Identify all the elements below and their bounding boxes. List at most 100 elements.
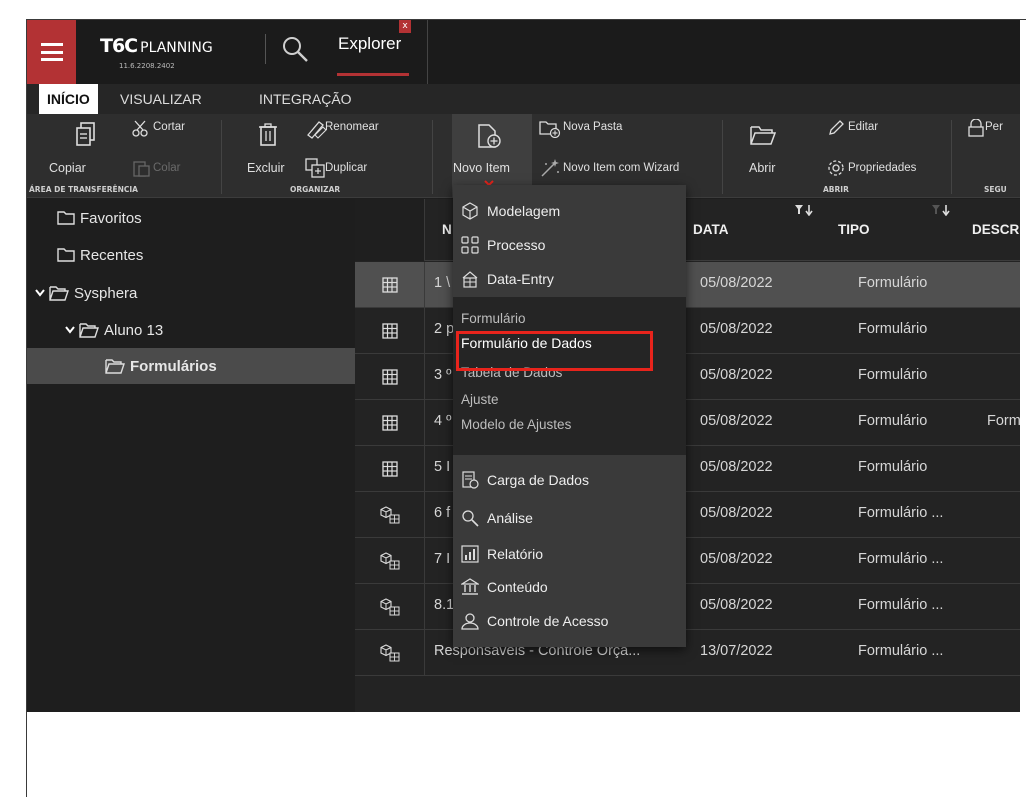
paste-button[interactable]: Colar xyxy=(153,162,180,174)
rename-icon xyxy=(307,121,327,139)
tree-item-sysphera[interactable]: Sysphera xyxy=(27,275,355,311)
tree-item-label: Favoritos xyxy=(80,209,142,227)
wizard-icon xyxy=(541,159,559,177)
app-window: T6C PLANNING 11.6.2208.2402 Explorer x IN… xyxy=(27,20,1020,712)
cell-type: Formulário ... xyxy=(858,597,944,613)
cell-type: Formulário xyxy=(858,413,928,429)
edit-icon xyxy=(829,120,844,135)
tab-explorer[interactable]: Explorer xyxy=(338,34,401,54)
folder-icon xyxy=(57,211,75,225)
group-label-abrir: ABRIR xyxy=(823,185,849,194)
data-entry-submenu: Formulário Formulário de Dados Tabela de… xyxy=(453,297,686,455)
cube-grid-icon xyxy=(379,643,399,661)
filter-sort-icon[interactable] xyxy=(931,204,951,216)
menu-item-conteudo[interactable]: Conteúdo xyxy=(453,570,686,604)
grid-icon xyxy=(381,322,398,339)
menu-item-carga-de-dados[interactable]: Carga de Dados xyxy=(453,463,686,497)
tab-visualizar[interactable]: VISUALIZAR xyxy=(112,84,210,114)
open-folder-icon xyxy=(750,126,776,145)
group-label-organizar: ORGANIZAR xyxy=(290,185,341,194)
tree-item-label: Formulários xyxy=(130,357,217,375)
row-icon-cell xyxy=(355,308,425,353)
delete-button[interactable]: Excluir xyxy=(247,161,285,175)
logo-mark: T6C xyxy=(100,35,138,57)
menu-item-relatorio[interactable]: Relatório xyxy=(453,537,686,571)
column-header-tipo[interactable]: TIPO xyxy=(838,222,870,237)
column-header-nome[interactable]: N xyxy=(442,222,452,237)
row-icon-cell xyxy=(355,492,425,537)
cut-button[interactable]: Cortar xyxy=(153,121,185,133)
duplicate-button[interactable]: Duplicar xyxy=(325,162,367,174)
cell-date: 05/08/2022 xyxy=(700,459,773,475)
menu-item-label: Carga de Dados xyxy=(487,472,589,488)
gear-icon xyxy=(828,160,844,176)
new-item-dropdown: Modelagem Processo Data-Entry Formulário… xyxy=(453,185,686,647)
search-icon[interactable] xyxy=(280,34,310,64)
menu-item-controle-de-acesso[interactable]: Controle de Acesso xyxy=(453,604,686,638)
process-icon xyxy=(461,236,479,254)
folder-tree: Favoritos Recentes Sysphera Aluno 13 For… xyxy=(27,199,355,712)
open-folder-icon xyxy=(79,322,99,338)
submenu-item-formulario[interactable]: Formulário xyxy=(461,311,526,326)
tree-item-label: Aluno 13 xyxy=(104,321,164,339)
grid-icon xyxy=(381,276,398,293)
menu-item-analise[interactable]: Análise xyxy=(453,501,686,535)
logo-word: PLANNING xyxy=(140,40,213,56)
data-entry-icon xyxy=(462,271,478,288)
column-header-data[interactable]: DATA xyxy=(693,222,729,237)
tab-close-icon[interactable]: x xyxy=(399,20,411,33)
open-button[interactable]: Abrir xyxy=(749,161,775,175)
row-icon-cell xyxy=(355,262,425,307)
menu-item-label: Relatório xyxy=(487,546,544,562)
ribbon-separator xyxy=(951,120,952,194)
cube-grid-icon xyxy=(379,551,399,569)
cube-icon xyxy=(462,202,478,220)
cell-date: 05/08/2022 xyxy=(700,505,773,521)
row-icon-cell xyxy=(355,400,425,445)
submenu-item-ajuste[interactable]: Ajuste xyxy=(461,392,499,407)
chevron-down-icon[interactable] xyxy=(35,289,45,297)
ribbon-separator xyxy=(221,120,222,194)
cell-type: Formulário xyxy=(858,321,928,337)
filter-sort-icon[interactable] xyxy=(794,204,814,216)
row-icon-cell xyxy=(355,446,425,491)
trash-icon xyxy=(259,123,277,146)
menu-item-processo[interactable]: Processo xyxy=(453,228,686,262)
cell-type: Formulário xyxy=(858,275,928,291)
properties-button[interactable]: Propriedades xyxy=(848,162,916,174)
copy-button[interactable]: Copiar xyxy=(49,161,86,175)
hamburger-menu-button[interactable] xyxy=(27,20,76,84)
cell-type: Formulário ... xyxy=(858,643,944,659)
tree-item-formularios[interactable]: Formulários xyxy=(27,348,355,384)
header-icon-column xyxy=(355,199,425,261)
data-load-icon xyxy=(462,471,479,489)
edit-button[interactable]: Editar xyxy=(848,121,878,133)
tree-item-recentes[interactable]: Recentes xyxy=(27,237,355,273)
tree-item-aluno13[interactable]: Aluno 13 xyxy=(27,312,355,348)
chevron-down-icon[interactable] xyxy=(65,326,75,334)
cell-date: 05/08/2022 xyxy=(700,275,773,291)
menu-item-label: Modelagem xyxy=(487,203,561,219)
column-header-descricao[interactable]: DESCR xyxy=(972,222,1019,237)
menu-item-data-entry[interactable]: Data-Entry xyxy=(453,262,686,296)
permissions-button[interactable]: Per xyxy=(985,121,1003,133)
tab-inicio[interactable]: INÍCIO xyxy=(39,84,98,114)
wizard-button[interactable]: Novo Item com Wizard xyxy=(563,162,679,174)
new-folder-button[interactable]: Nova Pasta xyxy=(563,121,622,133)
new-item-label: Novo Item xyxy=(453,161,510,175)
hamburger-icon xyxy=(40,43,63,61)
cell-type: Formulário ... xyxy=(858,505,944,521)
submenu-item-modelo-de-ajustes[interactable]: Modelo de Ajustes xyxy=(461,417,571,432)
menu-item-modelagem[interactable]: Modelagem xyxy=(453,194,686,228)
row-icon-cell xyxy=(355,584,425,629)
tab-integracao[interactable]: INTEGRAÇÃO xyxy=(251,84,360,114)
rename-button[interactable]: Renomear xyxy=(325,121,379,133)
menu-item-label: Controle de Acesso xyxy=(487,613,609,629)
bank-icon xyxy=(461,578,479,595)
tree-item-favoritos[interactable]: Favoritos xyxy=(27,200,355,236)
menu-item-label: Análise xyxy=(487,510,533,526)
cell-date: 05/08/2022 xyxy=(700,597,773,613)
row-icon-cell xyxy=(355,630,425,675)
screenshot-frame: T6C PLANNING 11.6.2208.2402 Explorer x IN… xyxy=(26,19,1026,797)
lock-icon xyxy=(968,119,984,137)
